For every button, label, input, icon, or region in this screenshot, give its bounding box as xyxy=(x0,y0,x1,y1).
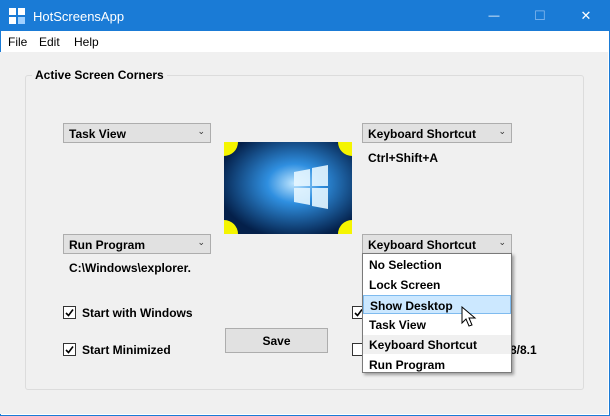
top-right-shortcut-text: Ctrl+Shift+A xyxy=(368,151,439,165)
window-title: HotScreensApp xyxy=(33,9,125,24)
minimize-button[interactable]: — xyxy=(471,1,517,31)
bottom-right-corner-select[interactable]: Keyboard Shortcut ⌄ xyxy=(362,234,512,254)
dropdown-option-run-program[interactable]: Run Program xyxy=(363,355,511,374)
menu-help[interactable]: Help xyxy=(74,35,99,49)
checkmark-icon xyxy=(65,346,74,354)
dropdown-option-lock-screen[interactable]: Lock Screen xyxy=(363,275,511,294)
maximize-button[interactable]: ☐ xyxy=(517,1,563,31)
corner-action-dropdown-list: No Selection Lock Screen Show Desktop Ta… xyxy=(362,253,512,373)
chevron-down-icon: ⌄ xyxy=(498,237,506,247)
right-option-2-label-tail: 8/8.1 xyxy=(510,343,537,357)
top-left-corner-value: Task View xyxy=(69,127,126,141)
dropdown-option-show-desktop[interactable]: Show Desktop xyxy=(363,295,511,314)
start-with-windows-checkbox[interactable] xyxy=(63,306,76,319)
chevron-down-icon: ⌄ xyxy=(197,126,205,136)
start-minimized-label[interactable]: Start Minimized xyxy=(82,343,171,357)
top-left-corner-select[interactable]: Task View ⌄ xyxy=(63,123,211,143)
chevron-down-icon: ⌄ xyxy=(498,126,506,136)
dropdown-option-no-selection[interactable]: No Selection xyxy=(363,255,511,274)
start-minimized-checkbox[interactable] xyxy=(63,343,76,356)
desktop-preview-image xyxy=(224,142,352,234)
bottom-right-corner-value: Keyboard Shortcut xyxy=(368,238,477,252)
bottom-left-corner-value: Run Program xyxy=(69,238,146,252)
bottom-left-corner-select[interactable]: Run Program ⌄ xyxy=(63,234,211,254)
app-icon xyxy=(9,8,25,24)
start-with-windows-label[interactable]: Start with Windows xyxy=(82,306,193,320)
dropdown-option-keyboard-shortcut[interactable]: Keyboard Shortcut xyxy=(363,335,511,354)
menu-edit[interactable]: Edit xyxy=(39,35,60,49)
checkmark-icon xyxy=(65,309,74,317)
close-button[interactable]: ✕ xyxy=(563,1,609,31)
menu-bar: File Edit Help xyxy=(1,31,609,53)
top-right-corner-select[interactable]: Keyboard Shortcut ⌄ xyxy=(362,123,512,143)
chevron-down-icon: ⌄ xyxy=(197,237,205,247)
bottom-left-program-path: C:\Windows\explorer. xyxy=(69,261,191,275)
group-title: Active Screen Corners xyxy=(32,68,167,82)
top-right-corner-value: Keyboard Shortcut xyxy=(368,127,477,141)
save-button[interactable]: Save xyxy=(225,328,328,353)
menu-file[interactable]: File xyxy=(8,35,27,49)
windows-wallpaper-icon xyxy=(224,142,352,234)
title-bar[interactable]: HotScreensApp — ☐ ✕ xyxy=(1,1,609,31)
mouse-pointer-icon xyxy=(461,306,477,327)
dropdown-option-task-view[interactable]: Task View xyxy=(363,315,511,334)
